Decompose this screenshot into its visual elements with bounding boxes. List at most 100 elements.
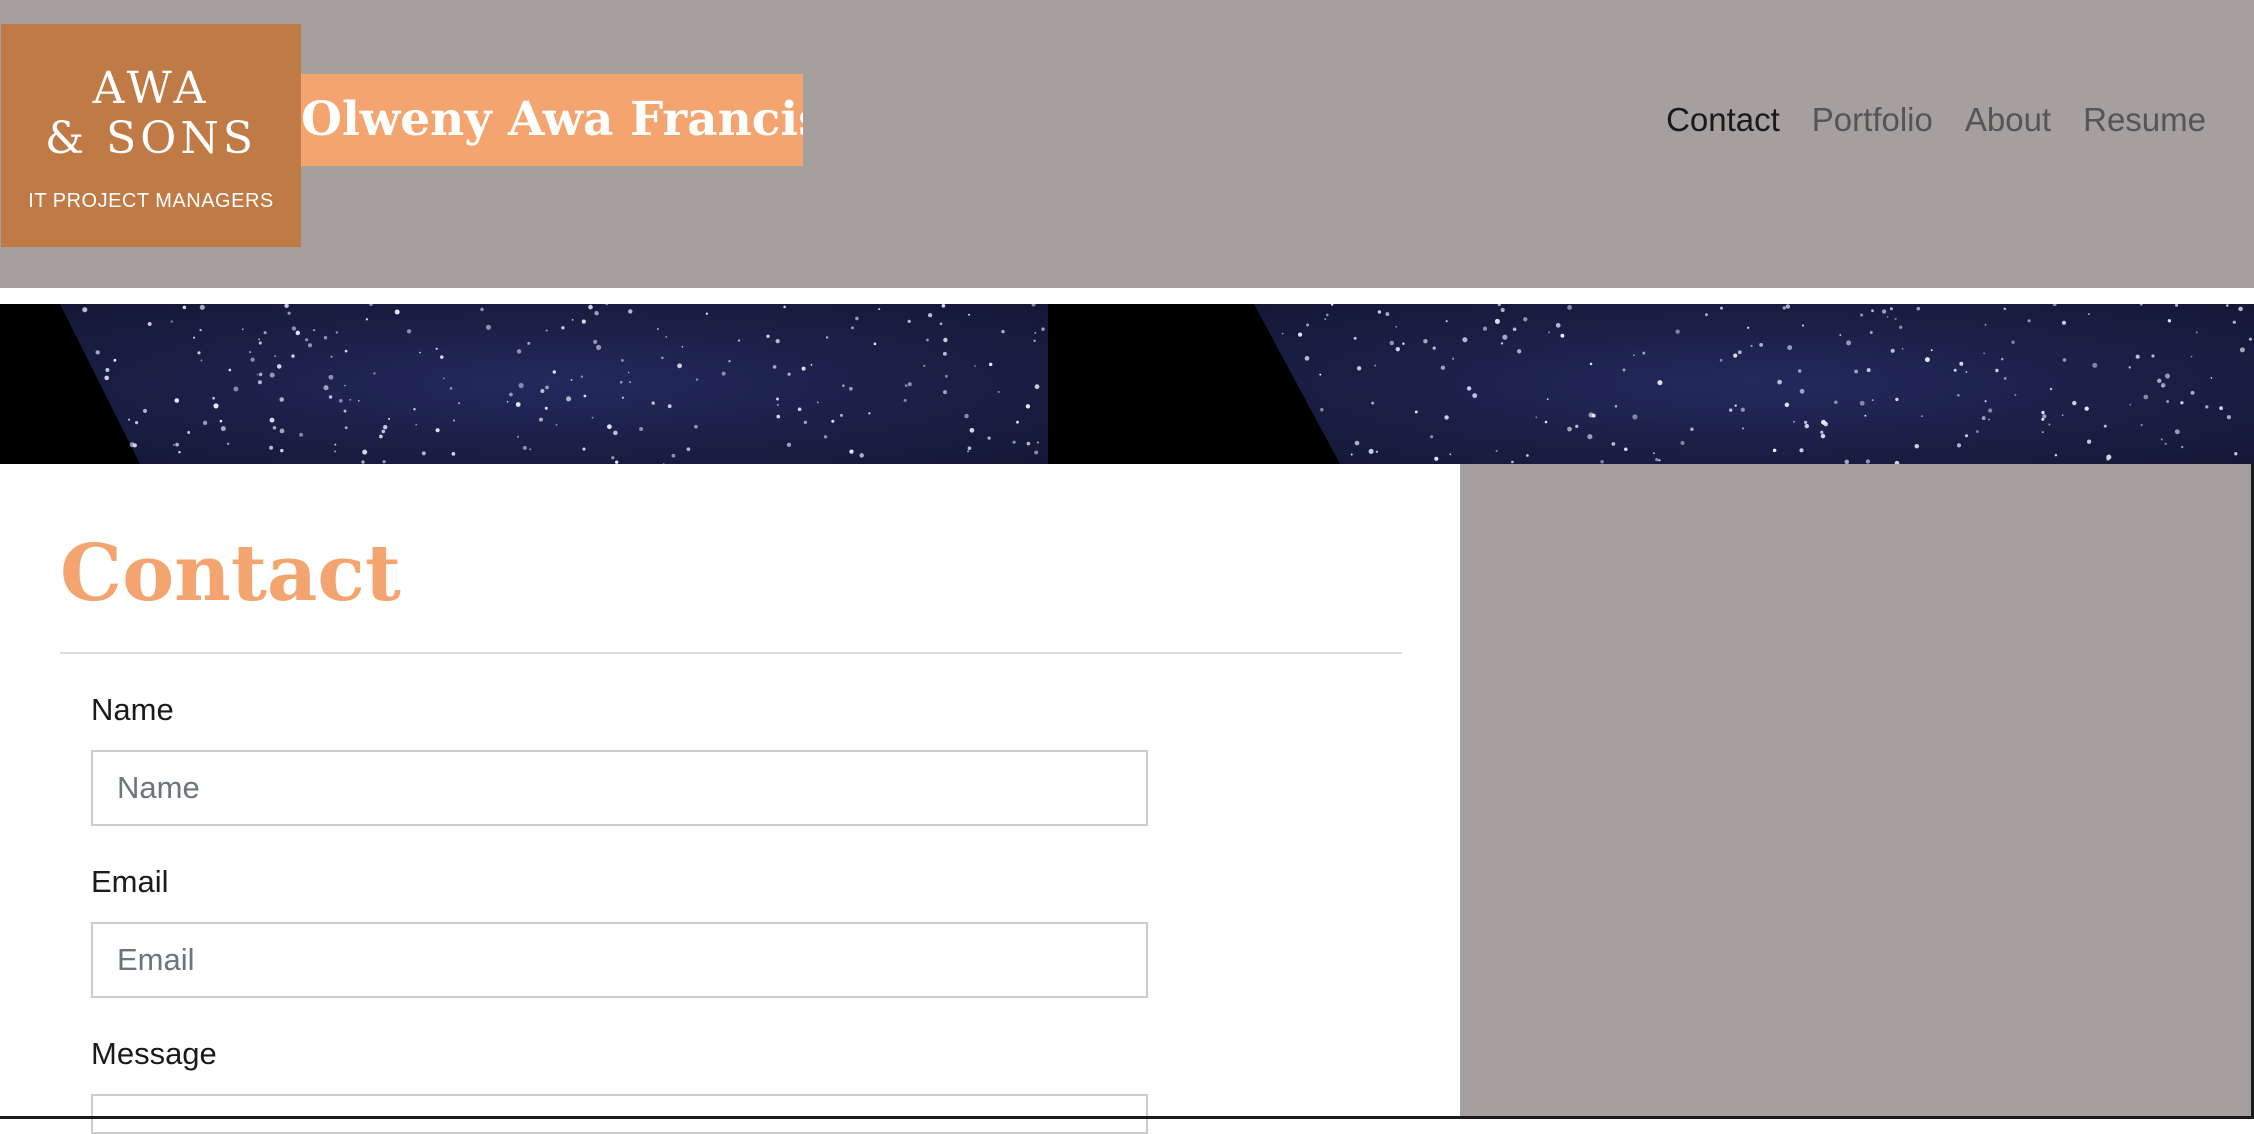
star bbox=[926, 338, 929, 342]
star bbox=[291, 354, 295, 358]
star bbox=[2054, 453, 2058, 457]
star bbox=[406, 329, 412, 334]
star bbox=[1988, 418, 1990, 421]
star bbox=[941, 304, 946, 308]
star bbox=[449, 387, 453, 390]
star bbox=[1440, 365, 1446, 370]
site-title[interactable]: Olweny Awa Francis bbox=[301, 74, 803, 166]
star bbox=[1036, 441, 1039, 444]
star bbox=[506, 400, 509, 403]
star bbox=[365, 318, 369, 321]
star bbox=[942, 351, 947, 356]
star bbox=[287, 311, 291, 315]
star bbox=[1034, 331, 1037, 334]
message-textarea[interactable] bbox=[91, 1094, 1148, 1134]
star bbox=[1797, 369, 1802, 373]
star bbox=[328, 374, 334, 380]
star bbox=[1012, 440, 1016, 444]
star bbox=[1965, 371, 1968, 373]
star bbox=[258, 341, 262, 345]
star bbox=[1319, 373, 1322, 376]
star bbox=[241, 328, 244, 331]
star bbox=[1389, 340, 1395, 346]
star bbox=[1560, 333, 1565, 338]
star bbox=[904, 384, 908, 387]
star bbox=[1385, 312, 1390, 317]
nav-link-portfolio[interactable]: Portfolio bbox=[1812, 96, 1933, 144]
star bbox=[1869, 331, 1873, 334]
star bbox=[193, 336, 196, 339]
star bbox=[335, 331, 338, 334]
star bbox=[2049, 387, 2053, 391]
star bbox=[1984, 323, 1987, 326]
star bbox=[1034, 384, 1040, 390]
star bbox=[1642, 351, 1646, 355]
star bbox=[343, 409, 347, 413]
star bbox=[127, 418, 131, 421]
company-logo[interactable]: AWA & SONS IT PROJECT MANAGERS bbox=[1, 24, 301, 247]
star bbox=[968, 313, 971, 316]
star bbox=[212, 396, 215, 400]
star bbox=[855, 316, 859, 321]
star bbox=[1704, 313, 1709, 317]
star bbox=[694, 424, 698, 429]
star bbox=[1719, 358, 1723, 362]
star bbox=[2003, 376, 2007, 380]
name-input[interactable] bbox=[91, 750, 1148, 826]
star bbox=[873, 342, 877, 346]
nav-link-resume[interactable]: Resume bbox=[2083, 96, 2206, 144]
star bbox=[942, 390, 948, 395]
star bbox=[1787, 345, 1793, 351]
star bbox=[1016, 420, 1019, 424]
nav-link-contact[interactable]: Contact bbox=[1666, 96, 1780, 144]
star bbox=[619, 380, 623, 384]
star bbox=[220, 426, 226, 432]
star bbox=[269, 417, 275, 423]
star bbox=[1886, 316, 1889, 318]
star bbox=[611, 456, 615, 460]
star bbox=[1871, 309, 1874, 313]
star bbox=[2000, 357, 2004, 361]
star bbox=[1881, 309, 1887, 314]
star bbox=[903, 398, 907, 402]
star bbox=[1680, 441, 1685, 445]
star bbox=[2180, 401, 2184, 405]
star bbox=[529, 448, 532, 451]
star bbox=[1655, 457, 1659, 462]
star bbox=[199, 328, 202, 332]
star bbox=[1729, 408, 1733, 412]
star bbox=[257, 380, 262, 385]
star bbox=[435, 428, 440, 433]
star bbox=[388, 417, 391, 420]
star bbox=[113, 358, 117, 362]
star bbox=[582, 447, 586, 451]
star bbox=[1516, 349, 1522, 354]
name-label: Name bbox=[91, 692, 174, 727]
star bbox=[1799, 448, 1804, 453]
star bbox=[1803, 420, 1808, 425]
star bbox=[1959, 361, 1964, 366]
star bbox=[1889, 307, 1893, 311]
star bbox=[2239, 347, 2245, 353]
star bbox=[1588, 412, 1594, 418]
star bbox=[451, 452, 456, 456]
star bbox=[1494, 318, 1500, 324]
star bbox=[1804, 423, 1810, 429]
star bbox=[1690, 427, 1694, 431]
star bbox=[1737, 350, 1742, 355]
star bbox=[928, 313, 933, 318]
star bbox=[1854, 369, 1859, 374]
star bbox=[1449, 453, 1452, 456]
star bbox=[2234, 451, 2238, 456]
star bbox=[458, 402, 461, 405]
star bbox=[134, 420, 139, 425]
star bbox=[1914, 443, 1920, 449]
star bbox=[274, 355, 276, 357]
nav-link-about[interactable]: About bbox=[1965, 96, 2051, 144]
star bbox=[182, 305, 187, 310]
star bbox=[1304, 356, 1310, 361]
star bbox=[2128, 366, 2131, 369]
star bbox=[269, 372, 275, 378]
star bbox=[555, 423, 558, 426]
email-input[interactable] bbox=[91, 922, 1148, 998]
